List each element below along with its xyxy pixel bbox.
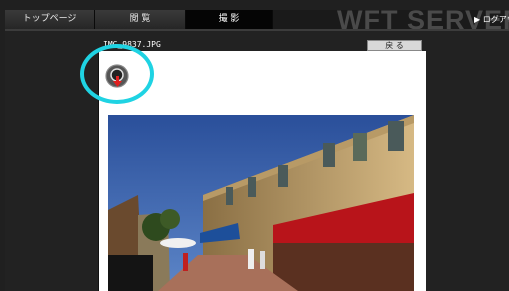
photo-preview[interactable] [108, 115, 414, 291]
header-divider [5, 29, 509, 31]
highlight-circle [80, 44, 154, 104]
logout-link[interactable]: ▶ ログアウト [474, 14, 509, 25]
tab-top-page[interactable]: トップページ [5, 10, 95, 29]
tab-browse[interactable]: 閲 覧 [95, 10, 186, 29]
back-button[interactable]: 戻 る [367, 40, 422, 51]
tab-shoot[interactable]: 撮 影 [186, 10, 273, 29]
